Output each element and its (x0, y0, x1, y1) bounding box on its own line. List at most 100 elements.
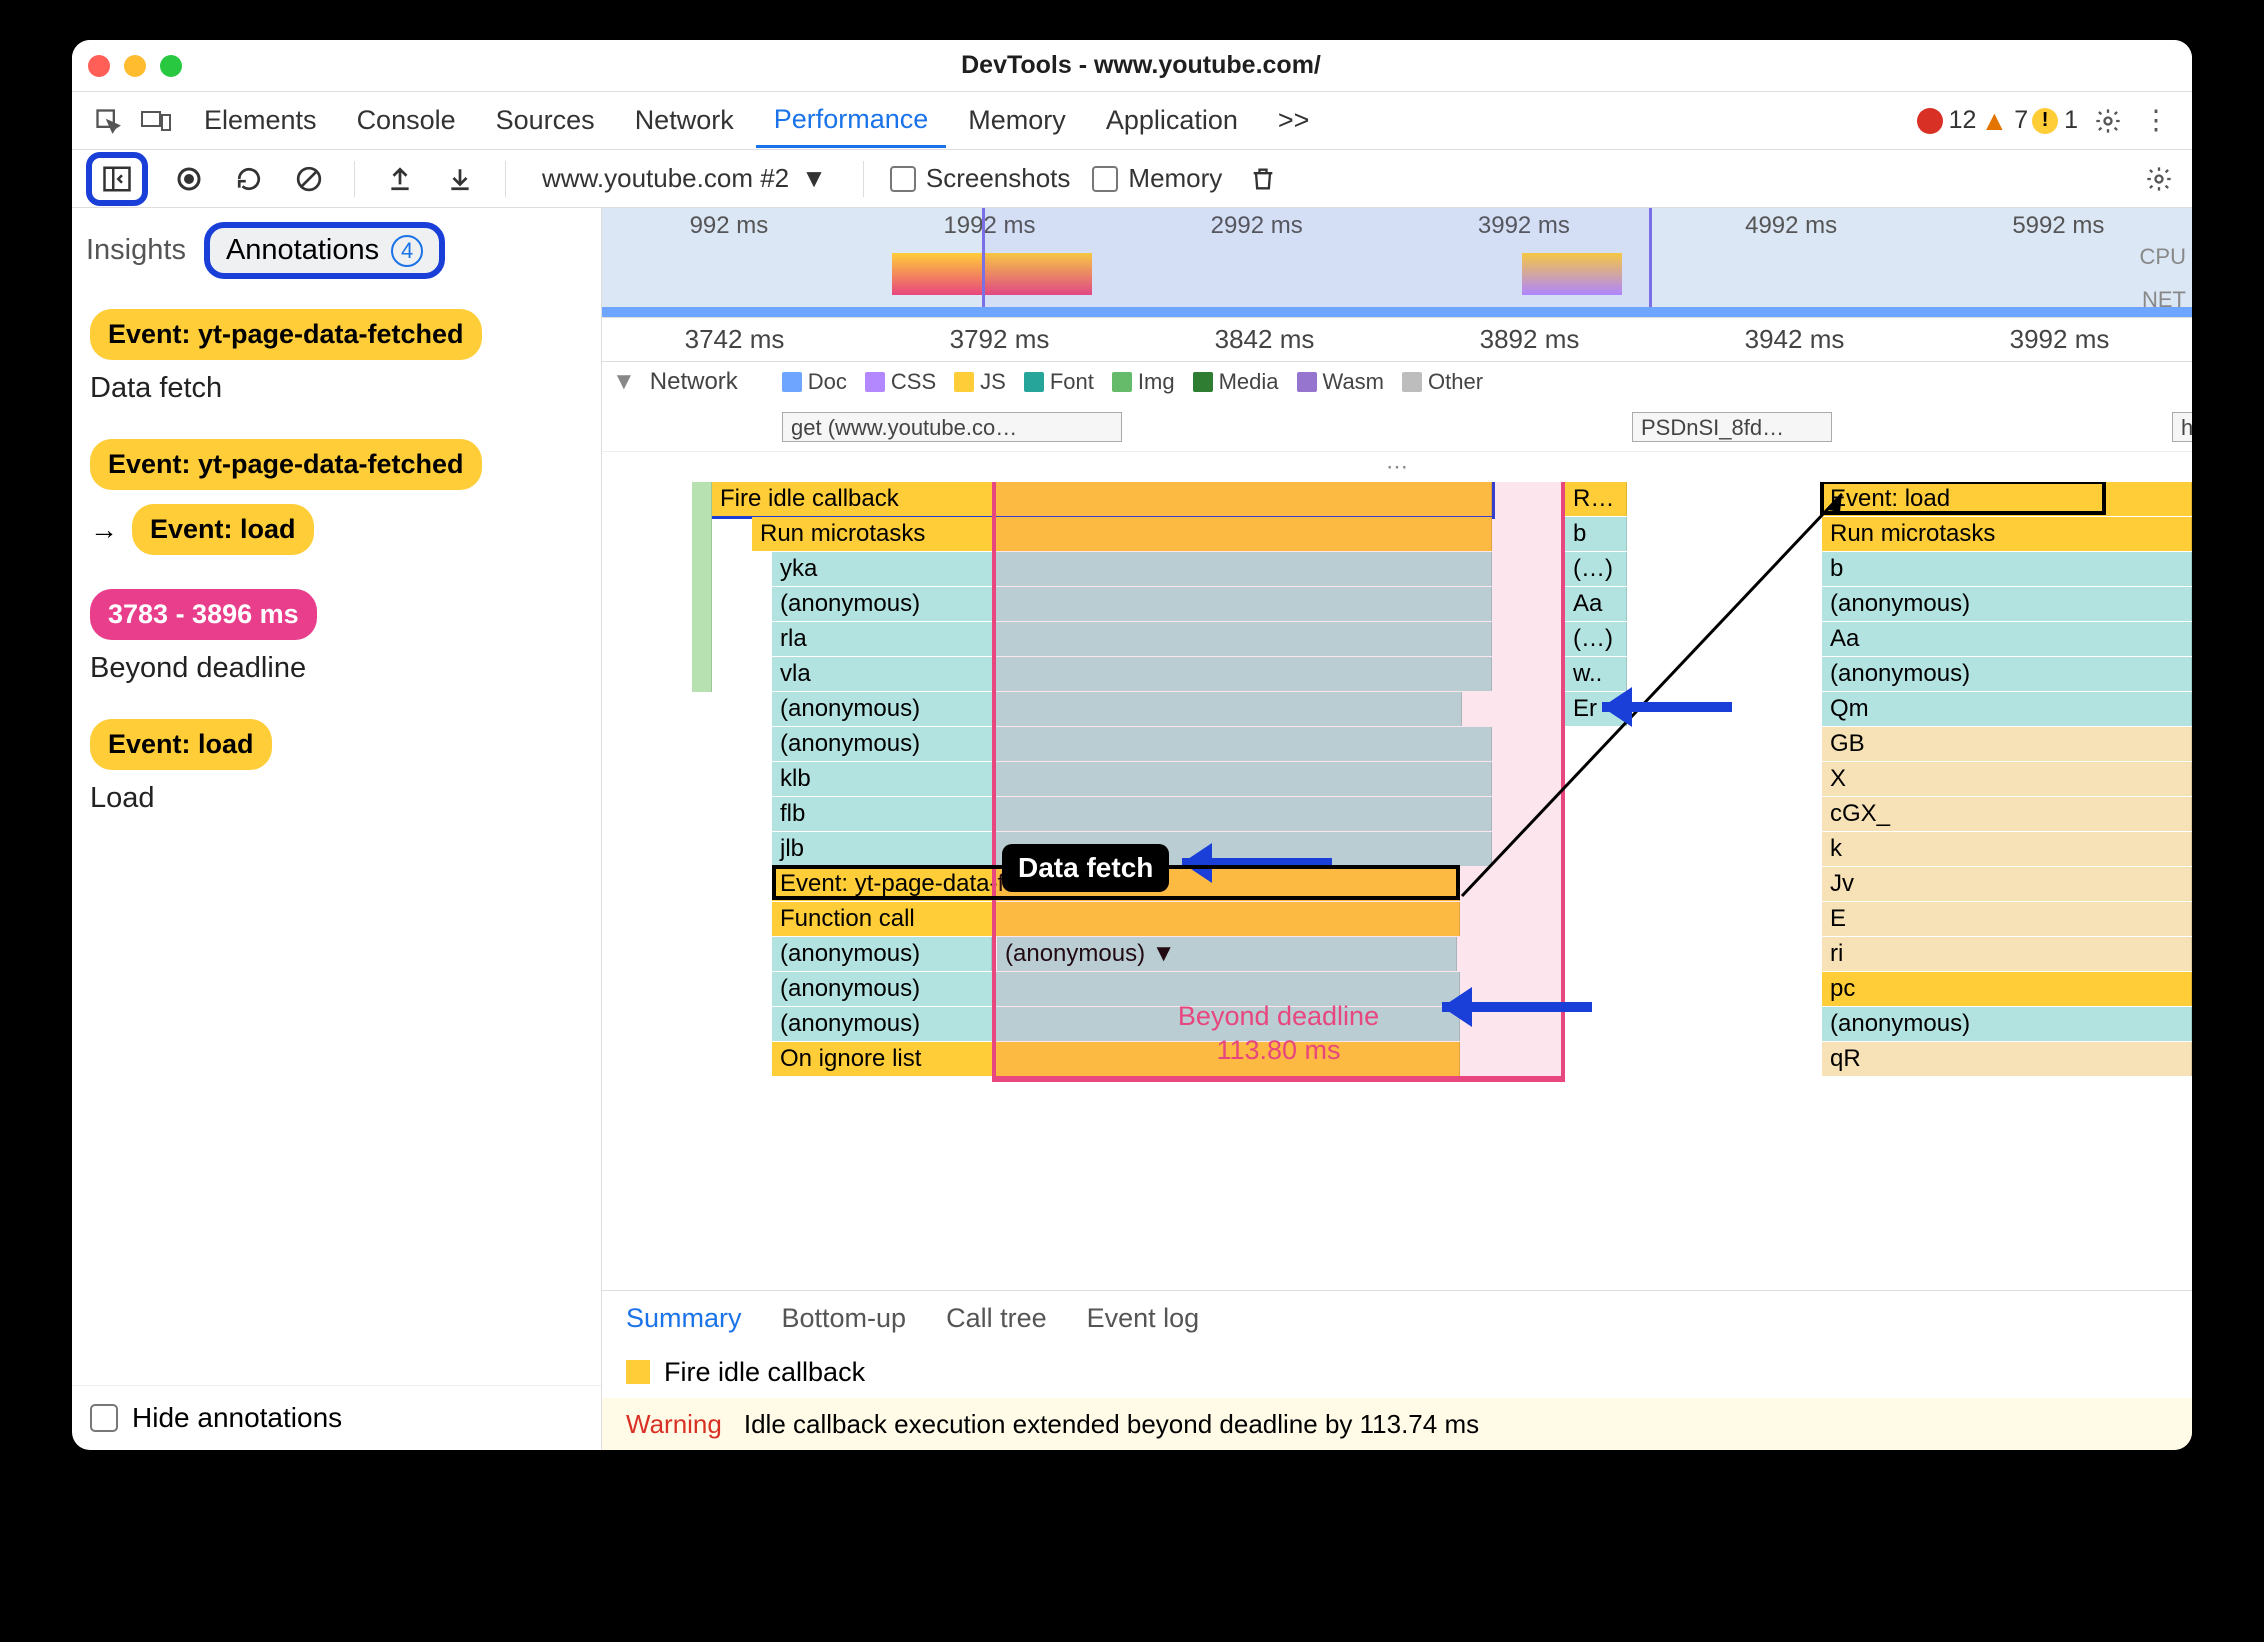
summary-title-row: Fire idle callback (602, 1346, 2192, 1398)
upload-icon[interactable] (381, 160, 419, 198)
flame-entry[interactable]: b (1822, 552, 2192, 586)
flame-entry[interactable]: Jv (1822, 867, 2192, 901)
flame-entry[interactable]: (anonymous) (1822, 1007, 2192, 1041)
annotation-data-fetch: Data fetch (1002, 844, 1169, 892)
issues-badge[interactable]: !1 (2032, 106, 2078, 135)
tab-application[interactable]: Application (1088, 95, 1256, 146)
flame-entry[interactable]: (…) (1565, 552, 1627, 586)
annotation-item[interactable]: Event: yt-page-data-fetched → Event: loa… (90, 439, 583, 555)
legend-other: Other (1402, 369, 1483, 395)
flame-entry[interactable]: qR (1822, 1042, 2192, 1076)
annotations-count: 4 (391, 235, 423, 267)
legend-font: Font (1024, 369, 1094, 395)
details-tabs: Summary Bottom-up Call tree Event log (602, 1290, 2192, 1346)
warning-row: Warning Idle callback execution extended… (602, 1398, 2192, 1450)
flame-entry[interactable]: (anonymous) (1822, 587, 2192, 621)
window-controls (88, 55, 182, 77)
flame-entry[interactable]: Er (1565, 692, 1627, 726)
network-request[interactable]: get (www.youtube.co… (782, 412, 1122, 442)
legend-js: JS (954, 369, 1006, 395)
close-icon[interactable] (88, 55, 110, 77)
panel-tabs: Elements Console Sources Network Perform… (72, 92, 2192, 150)
gear-icon[interactable] (2086, 99, 2130, 143)
zoom-icon[interactable] (160, 55, 182, 77)
warnings-badge[interactable]: ▲7 (1980, 105, 2028, 137)
flame-entry[interactable]: (anonymous) (772, 937, 992, 971)
device-icon[interactable] (134, 99, 178, 143)
tab-memory[interactable]: Memory (950, 95, 1084, 146)
arrow-icon: → (90, 514, 118, 546)
sidebar-tabs: Insights Annotations 4 (72, 208, 601, 287)
screenshots-checkbox[interactable]: Screenshots (890, 163, 1071, 194)
devtools-window: DevTools - www.youtube.com/ Elements Con… (72, 40, 2192, 1450)
tab-network[interactable]: Network (617, 95, 752, 146)
annotation-item[interactable]: Event: yt-page-data-fetched Data fetch (90, 309, 583, 405)
legend-img: Img (1112, 369, 1175, 395)
flame-entry[interactable]: pc (1822, 972, 2192, 1006)
tab-annotations[interactable]: Annotations 4 (204, 222, 445, 279)
tab-call-tree[interactable]: Call tree (946, 1303, 1047, 1334)
flame-entry[interactable]: GB (1822, 727, 2192, 761)
memory-checkbox[interactable]: Memory (1092, 163, 1222, 194)
capture-settings-icon[interactable] (2140, 160, 2178, 198)
record-icon[interactable] (170, 160, 208, 198)
inspect-icon[interactable] (86, 99, 130, 143)
hide-annotations-checkbox[interactable]: Hide annotations (72, 1385, 601, 1450)
target-select[interactable]: www.youtube.com #2▼ (532, 157, 837, 200)
flame-entry[interactable]: w.. (1565, 657, 1627, 691)
time-ruler[interactable]: 3742 ms3792 ms3842 ms 3892 ms3942 ms3992… (602, 318, 2192, 362)
errors-badge[interactable]: 12 (1917, 106, 1977, 135)
annotation-item[interactable]: Event: load Load (90, 719, 583, 815)
perf-toolbar: www.youtube.com #2▼ Screenshots Memory (72, 150, 2192, 208)
legend-css: CSS (865, 369, 936, 395)
tab-event-log[interactable]: Event log (1087, 1303, 1200, 1334)
tabs-overflow[interactable]: >> (1260, 95, 1328, 146)
network-track[interactable]: ▼ Network DocCSSJSFontImgMediaWasmOther … (602, 362, 2192, 452)
flame-entry[interactable]: Aa (1822, 622, 2192, 656)
more-icon[interactable]: ⋮ (2134, 99, 2178, 143)
performance-main: 992 ms 1992 ms 2992 ms 3992 ms 4992 ms 5… (602, 208, 2192, 1450)
annotation-item[interactable]: 3783 - 3896 ms Beyond deadline (90, 589, 583, 685)
range-annotation: Beyond deadline 113.80 ms (992, 482, 1565, 1082)
flame-entry[interactable]: E (1822, 902, 2192, 936)
flame-entry[interactable]: Aa (1565, 587, 1627, 621)
network-request[interactable]: PSDnSI_8fd… (1632, 412, 1832, 442)
download-icon[interactable] (441, 160, 479, 198)
flame-entry[interactable]: b (1565, 517, 1627, 551)
overview[interactable]: 992 ms 1992 ms 2992 ms 3992 ms 4992 ms 5… (602, 208, 2192, 318)
network-request[interactable]: hq (2172, 412, 2192, 442)
tab-elements[interactable]: Elements (186, 95, 335, 146)
legend-wasm: Wasm (1297, 369, 1385, 395)
tab-console[interactable]: Console (339, 95, 474, 146)
cpu-label: CPU (2140, 244, 2186, 270)
legend-media: Media (1193, 369, 1279, 395)
minimize-icon[interactable] (124, 55, 146, 77)
warning-label: Warning (626, 1409, 722, 1440)
flame-entry[interactable]: (…) (1565, 622, 1627, 656)
flame-entry[interactable]: Run microtasks (1822, 517, 2192, 551)
flame-entry[interactable]: ri (1822, 937, 2192, 971)
event-color-swatch (626, 1360, 650, 1384)
flame-entry[interactable]: Qm (1822, 692, 2192, 726)
flame-chart[interactable]: Beyond deadline 113.80 ms Data fetch Loa… (602, 482, 2192, 1290)
sidebar-toggle-highlight (86, 152, 148, 206)
reload-icon[interactable] (230, 160, 268, 198)
window-title: DevTools - www.youtube.com/ (196, 51, 2176, 80)
flame-entry[interactable]: (anonymous) (1822, 657, 2192, 691)
titlebar: DevTools - www.youtube.com/ (72, 40, 2192, 92)
flame-entry[interactable]: k (1822, 832, 2192, 866)
tab-insights[interactable]: Insights (86, 234, 186, 267)
clear-icon[interactable] (290, 160, 328, 198)
annotations-sidebar: Insights Annotations 4 Event: yt-page-da… (72, 208, 602, 1450)
overview-selection[interactable] (982, 208, 1652, 317)
tab-bottom-up[interactable]: Bottom-up (782, 1303, 907, 1334)
sidebar-toggle-icon[interactable] (98, 160, 136, 198)
legend-doc: Doc (782, 369, 847, 395)
tab-summary[interactable]: Summary (626, 1303, 742, 1334)
flame-entry[interactable]: X (1822, 762, 2192, 796)
tab-performance[interactable]: Performance (756, 94, 947, 148)
gc-icon[interactable] (1244, 160, 1282, 198)
tab-sources[interactable]: Sources (478, 95, 613, 146)
flame-entry[interactable]: R… (1565, 482, 1627, 516)
flame-entry[interactable]: cGX_ (1822, 797, 2192, 831)
